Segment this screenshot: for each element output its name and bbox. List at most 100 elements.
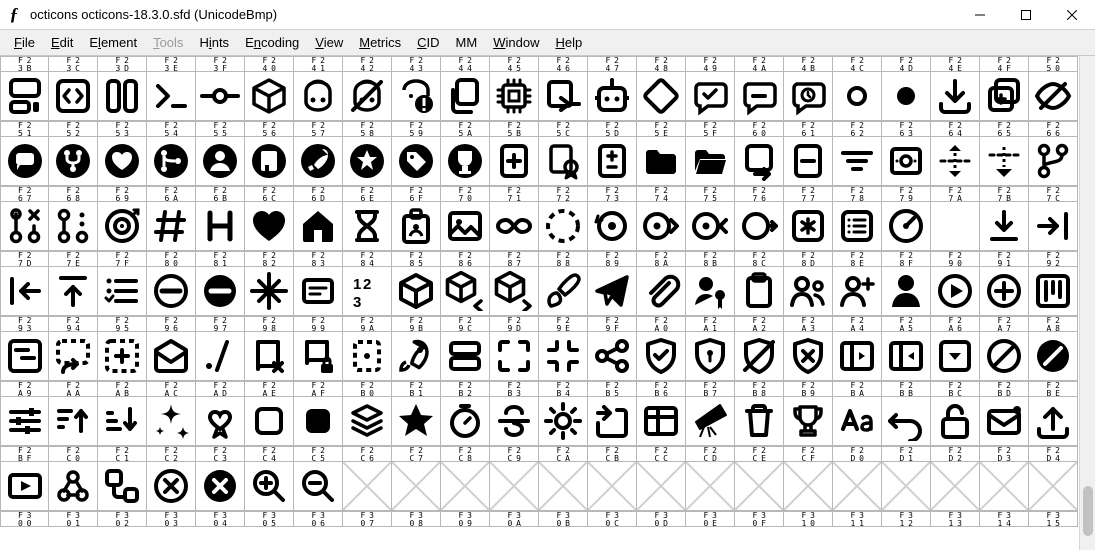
glyph-cell-star-fill[interactable] [392, 397, 441, 446]
glyph-cell-skip[interactable] [980, 332, 1029, 381]
glyph-cell-plus-circle[interactable] [980, 267, 1029, 316]
glyph-grid[interactable]: F 2 3 BF 2 3 CF 2 3 DF 2 3 EF 2 3 FF 2 4… [0, 56, 1078, 527]
glyph-cell-empty[interactable] [686, 462, 735, 511]
glyph-cell-empty[interactable] [392, 462, 441, 511]
menu-encoding[interactable]: Encoding [237, 33, 307, 52]
glyph-cell-webhook[interactable] [49, 462, 98, 511]
glyph-cell-paintbrush[interactable] [539, 267, 588, 316]
glyph-cell-codespaces[interactable] [0, 72, 49, 121]
glyph-cell-x-circle-fill[interactable] [196, 462, 245, 511]
glyph-cell-workflow[interactable] [98, 462, 147, 511]
glyph-cell-empty[interactable] [980, 462, 1029, 511]
glyph-cell-move-to-start[interactable] [0, 267, 49, 316]
glyph-cell-feed-forked[interactable] [49, 137, 98, 186]
glyph-cell-people[interactable] [784, 267, 833, 316]
menu-cid[interactable]: CID [409, 33, 447, 52]
maximize-button[interactable] [1003, 0, 1049, 30]
glyph-cell-person-fill[interactable] [882, 267, 931, 316]
glyph-cell-copy[interactable] [441, 72, 490, 121]
glyph-cell-rows[interactable] [441, 332, 490, 381]
glyph-cell-filter[interactable] [833, 137, 882, 186]
glyph-cell-feed-star[interactable] [343, 137, 392, 186]
glyph-cell-git-pull-request-closed[interactable] [0, 202, 49, 251]
glyph-cell-fold-down[interactable] [980, 137, 1029, 186]
glyph-cell-project-symlink[interactable] [49, 332, 98, 381]
glyph-cell-shield-slash[interactable] [735, 332, 784, 381]
glyph-cell-sparkle-fill[interactable] [147, 397, 196, 446]
glyph-cell-number[interactable] [343, 267, 392, 316]
glyph-cell-read[interactable] [147, 332, 196, 381]
glyph-cell-move-to-top[interactable] [49, 267, 98, 316]
glyph-cell-copilot-error[interactable] [343, 72, 392, 121]
glyph-cell-repo-template[interactable] [343, 332, 392, 381]
glyph-cell-screen-normal[interactable] [539, 332, 588, 381]
glyph-cell-shield-check[interactable] [637, 332, 686, 381]
glyph-cell-download[interactable] [931, 72, 980, 121]
glyph-cell-unread[interactable] [980, 397, 1029, 446]
glyph-cell-undo[interactable] [882, 397, 931, 446]
glyph-cell-heading[interactable] [196, 202, 245, 251]
glyph-cell-container[interactable] [245, 72, 294, 121]
glyph-cell-unlock[interactable] [931, 397, 980, 446]
glyph-cell-meter[interactable] [882, 202, 931, 251]
glyph-cell-code-square[interactable] [49, 72, 98, 121]
glyph-cell-home-fill[interactable] [294, 202, 343, 251]
glyph-cell-shield-lock[interactable] [686, 332, 735, 381]
glyph-cell-feed-repo[interactable] [245, 137, 294, 186]
glyph-cell-typography[interactable] [833, 397, 882, 446]
glyph-cell-rocket[interactable] [392, 332, 441, 381]
glyph-cell-telescope-fill[interactable] [686, 397, 735, 446]
glyph-cell-screen-full[interactable] [490, 332, 539, 381]
glyph-cell-iterations[interactable] [735, 202, 784, 251]
menu-element[interactable]: Element [81, 33, 145, 52]
glyph-cell-tab-external[interactable] [588, 397, 637, 446]
glyph-cell-sidebar-collapse[interactable] [833, 332, 882, 381]
glyph-cell-trophy[interactable] [784, 397, 833, 446]
glyph-cell-no-entry[interactable] [147, 267, 196, 316]
glyph-cell-rel-file-path[interactable] [196, 332, 245, 381]
glyph-cell-empty[interactable] [735, 462, 784, 511]
glyph-cell-square[interactable] [245, 397, 294, 446]
glyph-cell-key-asterisk[interactable] [784, 202, 833, 251]
glyph-cell-file-directory-fill[interactable] [637, 137, 686, 186]
glyph-cell-file-diff[interactable] [588, 137, 637, 186]
glyph-cell-repo-locked[interactable] [294, 332, 343, 381]
glyph-cell-project-template[interactable] [98, 332, 147, 381]
glyph-cell-fiscal-host[interactable] [882, 137, 931, 186]
glyph-cell-empty[interactable] [1029, 462, 1078, 511]
glyph-cell-feed-person[interactable] [196, 137, 245, 186]
glyph-cell-paper-airplane[interactable] [588, 267, 637, 316]
glyph-cell-issue-tracks[interactable] [686, 202, 735, 251]
glyph-cell-feed-rocket[interactable] [294, 137, 343, 186]
glyph-cell-stopwatch[interactable] [441, 397, 490, 446]
glyph-cell-id-badge[interactable] [392, 202, 441, 251]
glyph-cell-empty[interactable] [637, 462, 686, 511]
glyph-cell-feed-heart[interactable] [98, 137, 147, 186]
glyph-cell-x-circle[interactable] [147, 462, 196, 511]
glyph-cell-single-select[interactable] [931, 332, 980, 381]
glyph-cell-paperclip[interactable] [637, 267, 686, 316]
glyph-cell-feed-merged[interactable] [147, 137, 196, 186]
glyph-cell-duplicate[interactable] [980, 72, 1029, 121]
glyph-cell-video[interactable] [0, 462, 49, 511]
glyph-cell-empty[interactable] [343, 462, 392, 511]
close-button[interactable] [1049, 0, 1095, 30]
glyph-cell-discussion-closed[interactable] [686, 72, 735, 121]
glyph-cell-project-roadmap[interactable] [0, 332, 49, 381]
glyph-cell-person-add[interactable] [833, 267, 882, 316]
glyph-cell-share-android[interactable] [588, 332, 637, 381]
glyph-cell-issue-tracked-by[interactable] [637, 202, 686, 251]
glyph-cell-hourglass[interactable] [343, 202, 392, 251]
menu-window[interactable]: Window [485, 33, 547, 52]
glyph-cell-empty[interactable] [784, 462, 833, 511]
glyph-cell-empty[interactable] [588, 462, 637, 511]
glyph-cell-skip-fill[interactable] [1029, 332, 1078, 381]
glyph-cell-columns[interactable] [98, 72, 147, 121]
glyph-cell-no-entry-fill[interactable] [196, 267, 245, 316]
glyph-cell-upload[interactable] [1029, 397, 1078, 446]
glyph-cell-project[interactable] [1029, 267, 1078, 316]
glyph-cell-issue-reopened[interactable] [588, 202, 637, 251]
glyph-cell-repo-deleted[interactable] [245, 332, 294, 381]
glyph-cell-copilot-warning[interactable] [392, 72, 441, 121]
menu-help[interactable]: Help [547, 33, 590, 52]
